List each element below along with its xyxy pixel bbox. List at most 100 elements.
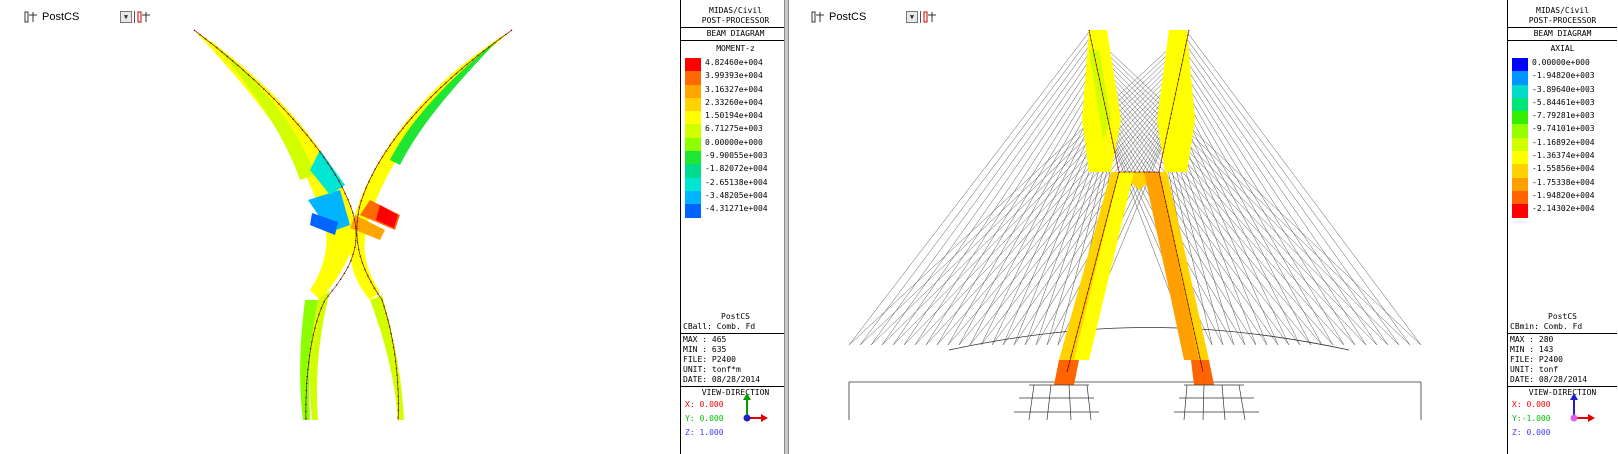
legend-value: 1.50194e+004 [705, 111, 763, 121]
legend-value: 4.82460e+004 [705, 58, 763, 67]
legend-row: -2.65138e+004 [681, 177, 784, 191]
legend-value: 3.99393e+004 [705, 71, 763, 81]
foundations [1014, 384, 1259, 421]
legend-value: -7.79281e+003 [1532, 111, 1595, 121]
legend-value: -1.55856e+004 [1532, 164, 1595, 174]
legend-row: 0.00000e+000 [681, 137, 784, 152]
moment-diagram-canvas[interactable] [0, 0, 680, 454]
right-arch-member [356, 29, 513, 421]
right-arch-moment-fill [349, 30, 512, 420]
legend-swatch [685, 137, 701, 152]
right-viewport-pane[interactable]: PostCS ▼ MIDAS/Civil POST-PROCESSOR BEAM… [789, 0, 1618, 454]
legend-row: 3.99393e+004 [681, 71, 784, 85]
legend-swatch [1512, 111, 1528, 125]
date-label: DATE: 08/28/2014 [1510, 374, 1588, 384]
legend-swatch [685, 58, 701, 72]
legend-swatch [685, 84, 701, 98]
legend-value: -9.74101e+003 [1532, 124, 1595, 134]
legend-swatch [685, 164, 701, 178]
bridge-deck [848, 327, 1422, 420]
view-z: Z: 0.000 [1512, 427, 1551, 437]
legend-value: -3.48205e+004 [705, 190, 768, 200]
view-direction-title: VIEW-DIRECTION [1528, 387, 1597, 397]
axial-diagram-canvas[interactable] [789, 0, 1507, 454]
load-combination: CBall: Comb. Fd [683, 321, 756, 331]
legend-swatch [1512, 137, 1528, 152]
stay-cable-lines [848, 31, 1422, 346]
min-element: MIN : 143 [1510, 344, 1554, 354]
legend-row: -1.94820e+003 [1508, 71, 1617, 85]
legend-row: 4.82460e+004 [681, 58, 784, 72]
legend-swatch [685, 111, 701, 125]
legend-row: 0.00000e+000 [1508, 58, 1617, 72]
max-element: MAX : 280 [1510, 334, 1554, 344]
legend-swatch [685, 204, 701, 218]
right-legend-panel: MIDAS/Civil POST-PROCESSOR BEAM DIAGRAM … [1507, 0, 1617, 454]
legend-swatch [1512, 151, 1528, 165]
axis-triad-icon [743, 393, 768, 422]
diagram-type: BEAM DIAGRAM [706, 29, 765, 38]
legend-swatch [1512, 97, 1528, 112]
file-name: FILE: P2400 [683, 354, 736, 364]
program-name: MIDAS/Civil [709, 6, 762, 15]
legend-row: 3.16327e+004 [681, 84, 784, 98]
legend-value: -1.36374e+004 [1532, 151, 1595, 161]
legend-swatch [1512, 190, 1528, 205]
view-x: X: 0.000 [1512, 399, 1551, 409]
legend-swatch [685, 190, 701, 205]
legend-swatch [685, 177, 701, 191]
legend-row: -3.89640e+003 [1508, 84, 1617, 98]
legend-row: -2.14302e+004 [1508, 204, 1617, 218]
contour-legend: 0.00000e+000 -1.94820e+003 -3.89640e+003 -5… [1508, 58, 1617, 218]
legend-value: -2.14302e+004 [1532, 204, 1595, 214]
legend-value: 2.33260e+004 [705, 97, 763, 107]
legend-value: 0.00000e+000 [705, 137, 763, 147]
legend-value: -1.82072e+004 [705, 164, 768, 174]
legend-swatch [1512, 124, 1528, 138]
legend-swatch [1512, 58, 1528, 72]
legend-swatch [1512, 71, 1528, 85]
file-name: FILE: P2400 [1510, 354, 1563, 364]
legend-value: -5.84461e+003 [1532, 97, 1595, 107]
legend-row: -1.16892e+004 [1508, 137, 1617, 152]
legend-row: -1.55856e+004 [1508, 164, 1617, 178]
legend-value: 0.00000e+000 [1532, 58, 1590, 67]
legend-value: -4.31271e+004 [705, 204, 768, 214]
legend-value: -2.65138e+004 [705, 177, 768, 187]
unit-label: UNIT: tonf [1510, 364, 1559, 374]
min-element: MIN : 635 [683, 344, 727, 354]
module-name: POST-PROCESSOR [1528, 16, 1597, 25]
legend-row: -7.79281e+003 [1508, 111, 1617, 125]
legend-row: -9.90055e+003 [681, 151, 784, 165]
legend-swatch [685, 97, 701, 112]
left-legend-panel: MIDAS/Civil POST-PROCESSOR BEAM DIAGRAM … [680, 0, 784, 454]
view-y: Y:-1.000 [1512, 413, 1551, 423]
left-viewport-pane[interactable]: PostCS ▼ MIDAS/Civil POST-PROCESSOR BEAM… [0, 0, 784, 454]
legend-value: -9.90055e+003 [705, 151, 768, 161]
legend-row: 6.71275e+003 [681, 124, 784, 138]
load-combination: CBmin: Comb. Fd [1510, 321, 1583, 331]
date-label: DATE: 08/28/2014 [683, 374, 761, 384]
left-arch-moment-fill [194, 30, 355, 420]
legend-row: -1.82072e+004 [681, 164, 784, 178]
legend-row: -4.31271e+004 [681, 204, 784, 218]
legend-row: 2.33260e+004 [681, 97, 784, 112]
legend-value: -3.89640e+003 [1532, 84, 1595, 94]
axis-triad-icon [1570, 393, 1595, 422]
legend-value: -1.94820e+003 [1532, 71, 1595, 81]
module-name: POST-PROCESSOR [701, 16, 770, 25]
legend-swatch [1512, 204, 1528, 218]
max-element: MAX : 465 [683, 334, 727, 344]
legend-value: 3.16327e+004 [705, 84, 763, 94]
legend-value: -1.75338e+004 [1532, 177, 1595, 187]
legend-swatch [1512, 177, 1528, 191]
legend-swatch [1512, 164, 1528, 178]
legend-value: -1.94820e+004 [1532, 190, 1595, 200]
legend-row: 1.50194e+004 [681, 111, 784, 125]
legend-value: -1.16892e+004 [1532, 137, 1595, 147]
unit-label: UNIT: tonf*m [683, 364, 741, 374]
legend-row: -9.74101e+003 [1508, 124, 1617, 138]
result-type: MOMENT-z [716, 44, 755, 53]
legend-swatch [685, 71, 701, 85]
stage-name: PostCS [1548, 311, 1577, 321]
